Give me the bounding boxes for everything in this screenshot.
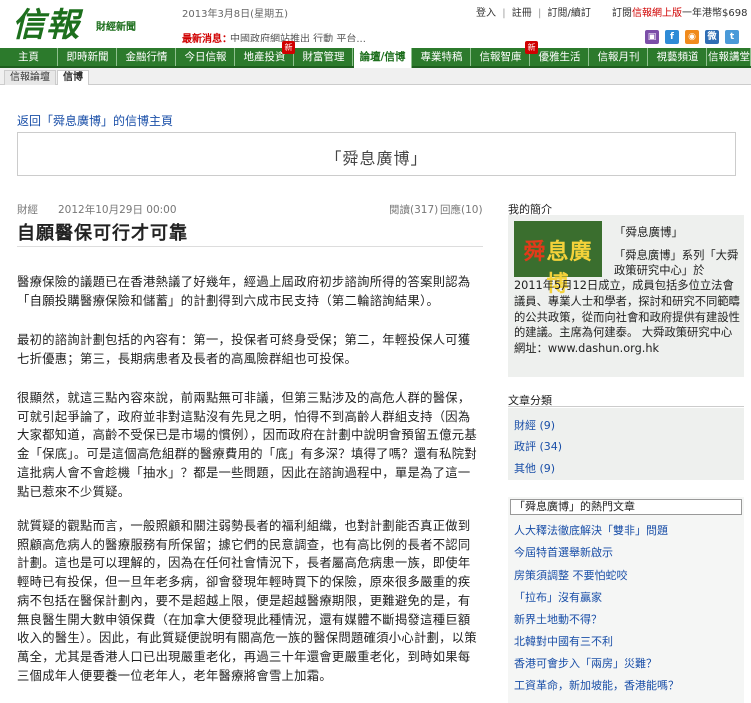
promo-prefix: 訂閱 [612,8,632,19]
title-divider [17,246,483,247]
nav-item-wealth[interactable]: 財富管理 [295,48,353,66]
header-date: 2013年3月8日(星期五) [182,9,288,20]
promo-suffix: 一年港幣$698 [682,8,748,19]
nav-item-think-tank[interactable]: 信報智庫 新 [472,41,538,66]
article-category[interactable]: 財經 [17,202,38,217]
tab-blog[interactable]: 信博 [57,70,89,85]
category-link-other[interactable]: 其他 (9) [514,460,555,476]
blog-banner: 「舜息廣博」 [17,132,736,176]
hot-article-link[interactable]: 新界土地動不得？ [514,611,602,627]
profile-description: 2011年5月12日成立，成員包括多位立法會議員、專業人士和學者，探討和研究不同… [514,279,740,356]
hot-article-link[interactable]: 工資革命，新加坡能，香港能嗎？ [514,677,679,693]
article-date: 2012年10月29日 00:00 [58,204,177,216]
link-separator: | [502,8,506,19]
subscribe-link[interactable]: 訂閱/續訂 [548,8,591,19]
promo-highlight: 信報網上版 [632,8,682,19]
article-paragraph: 很顯然，就這三點內容來說，前兩點無可非議，但第三點涉及的高危人群的醫保，可就引起… [17,391,477,499]
reply-count[interactable]: 回應(10) [440,202,483,217]
nav-item-label: 信報智庫 [479,51,522,63]
new-badge: 新 [282,41,295,54]
profile-description-top: 「舜息廣博」系列「大舜政策研究中心」於 [614,249,739,277]
nav-item-forum-blog[interactable]: 論壇/信博 [354,48,412,68]
nav-item-lifestyle[interactable]: 優雅生活 [531,48,589,66]
sub-nav: 信報論壇 信博 [0,68,751,85]
nav-item-features[interactable]: 專業特稿 [413,48,471,66]
nav-item-lecture[interactable]: 信報講堂 [708,48,751,66]
logo-main-text: 信報 [12,5,80,44]
nav-item-home[interactable]: 主頁 [0,48,58,66]
nav-item-label: 地產投資 [243,51,286,63]
account-links: 登入 | 註冊 | 訂閱/續訂 [476,4,594,19]
hot-article-link[interactable]: 人大釋法徹底解決「雙非」問題 [514,522,668,538]
article-paragraph: 就質疑的觀點而言，一般照顧和關注弱勢長者的福利組織，也對計劃能否真正做到照顧高危… [17,519,477,683]
main-nav: 主頁 即時新聞 金融行情 今日信報 地產投資 新 財富管理 論壇/信博 專業特稿… [0,41,751,68]
social-icons: ▣ f ◉ 微 t [639,28,739,44]
site-logo[interactable]: 信報 財經新聞 [12,0,162,44]
logo-sub-text: 財經新聞 [96,22,136,33]
tab-forum[interactable]: 信報論壇 [4,70,56,85]
banner-title: 「舜息廣博」 [325,149,428,168]
profile-name: 「舜息廣博」 [614,225,683,239]
category-link-politics[interactable]: 政評 (34) [514,438,562,454]
hot-articles-heading: 「舜息廣博」的熱門文章 [510,499,742,515]
hot-article-link[interactable]: 「拉布」沒有贏家 [514,589,602,605]
news-label: 最新消息： [182,34,232,45]
article-title: 自願醫保可行才可靠 [17,223,188,244]
back-to-blog-link[interactable]: 返回「舜息廣博」的信博主頁 [17,112,173,129]
hot-article-link[interactable]: 今屆特首選舉新啟示 [514,544,613,560]
bookmark-icon[interactable]: ▣ [645,30,659,44]
hot-article-link[interactable]: 北韓對中國有三不利 [514,633,613,649]
twitter-icon[interactable]: t [725,30,739,44]
categories-box: 財經 (9) 政評 (34) 其他 (9) [508,408,744,480]
nav-item-instant-news[interactable]: 即時新聞 [59,48,117,66]
nav-item-property[interactable]: 地產投資 新 [236,41,295,66]
link-separator: | [537,8,542,19]
read-count: 閱讀(317) [389,204,439,216]
category-link-finance[interactable]: 財經 (9) [514,417,555,433]
register-link[interactable]: 註冊 [512,8,532,19]
rss-icon[interactable]: ◉ [685,30,699,44]
site-header: 信報 財經新聞 2013年3月8日(星期五) 登入 | 註冊 | 訂閱/續訂 訂… [0,0,751,46]
article-meta: 財經 2012年10月29日 00:00 閱讀(317) 回應(10) [17,202,483,216]
news-ticker[interactable]: 中國政府網站推出 行動 平台... [230,30,470,42]
hot-articles-box: 「舜息廣博」的熱門文章 人大釋法徹底解決「雙非」問題 今屆特首選舉新啟示 房策須… [508,497,744,703]
sidebar-divider [508,406,744,407]
article-paragraph: 最初的諮詢計劃包括的內容有：第一，投保者可終身受保；第二，年輕投保人可獲七折優惠… [17,333,471,366]
login-link[interactable]: 登入 [476,8,496,19]
facebook-icon[interactable]: f [665,30,679,44]
nav-item-video[interactable]: 視藝頻道 [649,48,707,66]
article-paragraph: 醫療保險的議題已在香港熱議了好幾年，經過上屆政府初步諮詢所得的答案則認為「自願投… [17,275,471,308]
hot-article-link[interactable]: 房策須調整 不要怕蛇咬 [514,567,628,583]
nav-item-today[interactable]: 今日信報 [177,48,235,66]
hot-article-link[interactable]: 香港可會步入「兩房」災難？ [514,655,657,671]
profile-avatar: 舜息廣博 [514,221,602,297]
avatar-char-red: 舜 [523,239,547,265]
nav-item-monthly[interactable]: 信報月刊 [590,48,648,66]
subscription-promo[interactable]: 訂閱信報網上版一年港幣$698 [612,4,747,19]
nav-item-markets[interactable]: 金融行情 [118,48,176,66]
profile-box: 舜息廣博 「舜息廣博」 「舜息廣博」系列「大舜政策研究中心」於 2011年5月1… [508,215,744,377]
weibo-icon[interactable]: 微 [705,30,719,44]
